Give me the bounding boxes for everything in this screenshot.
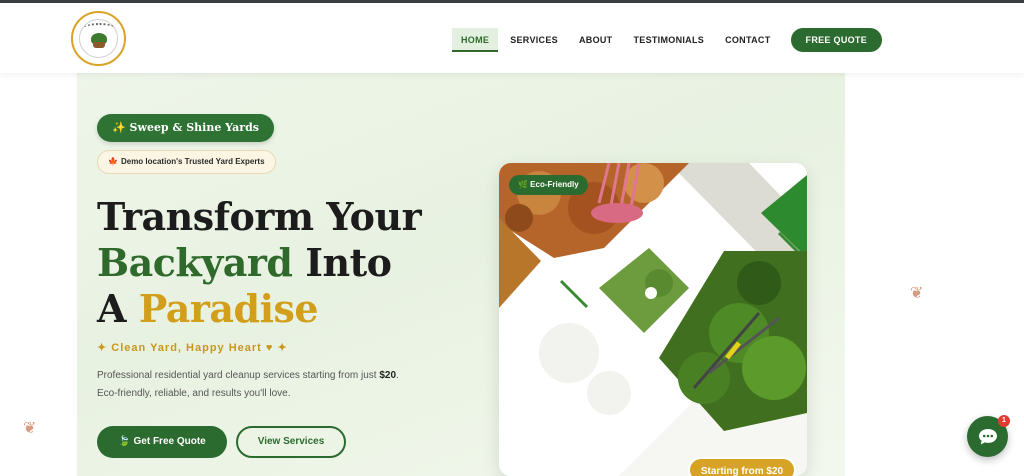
- leaf-decoration-icon: ❦: [23, 420, 37, 437]
- location-badge: 🍁 Demo location's Trusted Yard Experts: [97, 150, 276, 174]
- desc-suffix: .: [396, 370, 399, 381]
- nav-about[interactable]: ABOUT: [570, 28, 622, 52]
- headline-into: Into: [292, 240, 392, 285]
- leaf-decoration-icon: ❦: [910, 285, 924, 302]
- chat-bubble-icon: [978, 428, 997, 444]
- headline-line1: Transform Your: [97, 194, 422, 239]
- free-quote-button[interactable]: FREE QUOTE: [790, 28, 883, 52]
- logo[interactable]: [71, 11, 126, 66]
- nav-services[interactable]: SERVICES: [501, 28, 567, 52]
- desc-prefix: Professional residential yard cleanup se…: [97, 370, 380, 381]
- eco-friendly-badge: 🌿 Eco-Friendly: [509, 175, 588, 195]
- main-nav: HOME SERVICES ABOUT TESTIMONIALS CONTACT…: [452, 27, 883, 53]
- hero-headline: Transform Your Backyard Into A Paradise: [97, 194, 422, 332]
- hero-description: Professional residential yard cleanup se…: [97, 367, 437, 403]
- yard-collage-image: [499, 163, 807, 476]
- yard-logo-icon: [79, 19, 118, 58]
- hero-tagline: ✦ Clean Yard, Happy Heart ♥ ✦: [97, 342, 288, 354]
- hero-image-card: [499, 163, 807, 476]
- brand-badge: ✨ Sweep & Shine Yards: [97, 114, 274, 142]
- headline-backyard: Backyard: [97, 240, 293, 285]
- headline-paradise: Paradise: [138, 286, 319, 331]
- desc-price: $20: [379, 370, 397, 381]
- starting-price-badge: Starting from $20: [688, 457, 796, 476]
- view-services-button[interactable]: View Services: [236, 426, 346, 458]
- get-free-quote-button[interactable]: 🍃 Get Free Quote: [97, 426, 227, 458]
- site-header: HOME SERVICES ABOUT TESTIMONIALS CONTACT…: [0, 3, 1024, 73]
- nav-contact[interactable]: CONTACT: [716, 28, 779, 52]
- maple-leaf-icon: 🍁: [108, 157, 118, 166]
- chat-unread-badge: 1: [998, 415, 1010, 427]
- nav-testimonials[interactable]: TESTIMONIALS: [624, 28, 713, 52]
- location-badge-text: Demo location's Trusted Yard Experts: [120, 157, 265, 166]
- headline-a: A: [97, 286, 139, 331]
- desc-line2: Eco-friendly, reliable, and results you'…: [97, 388, 291, 399]
- nav-home[interactable]: HOME: [452, 28, 499, 52]
